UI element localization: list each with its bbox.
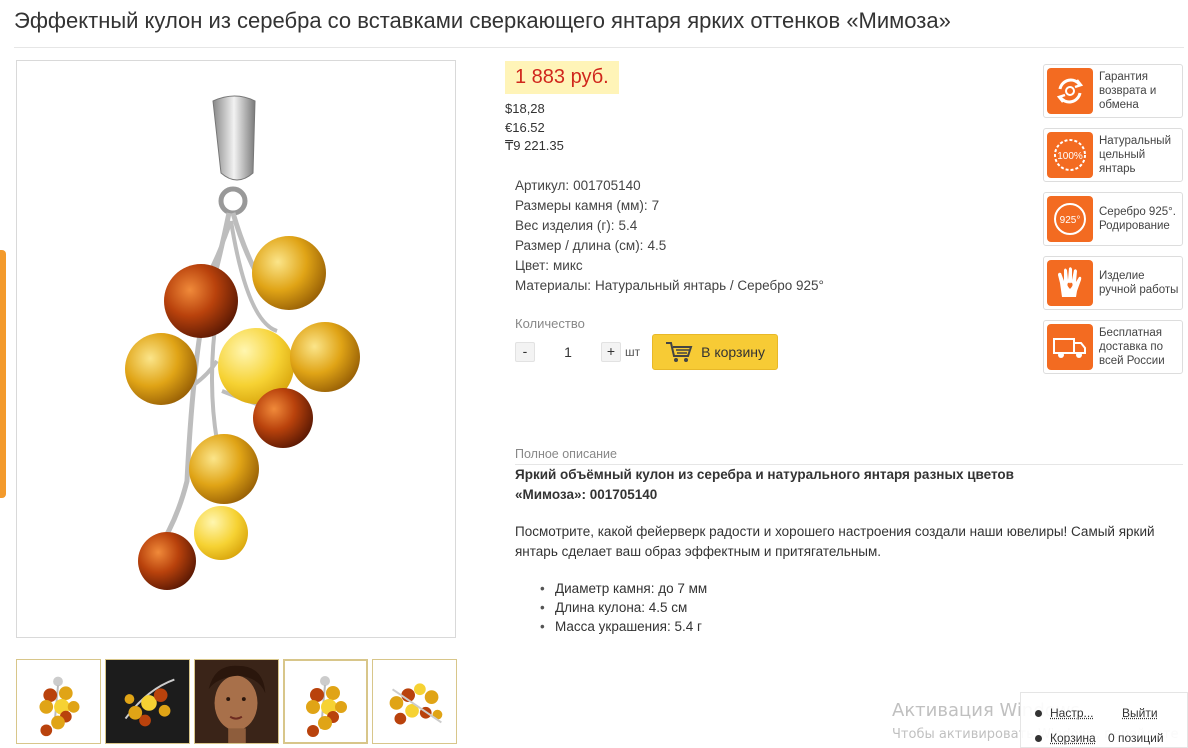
thumbnail-5[interactable] xyxy=(372,659,457,744)
badge-handmade[interactable]: Изделие ручной работы xyxy=(1043,256,1183,310)
list-item: Масса украшения: 5.4 г xyxy=(540,617,707,636)
spec-label: Артикул: xyxy=(515,178,570,193)
cart-count: 0 позиций xyxy=(1108,731,1164,745)
icon-percent-text: 100% xyxy=(1057,151,1083,162)
spec-label: Размеры камня (мм): xyxy=(515,198,648,213)
thumbnail-2[interactable] xyxy=(105,659,190,744)
description-bullets: Диаметр камня: до 7 мм Длина кулона: 4.5… xyxy=(540,579,707,636)
side-tab[interactable] xyxy=(0,250,6,498)
badge-return-guarantee[interactable]: Гарантия возврата и обмена xyxy=(1043,64,1183,118)
spec-value: 001705140 xyxy=(573,178,641,193)
cart-link[interactable]: Корзина xyxy=(1035,731,1096,745)
price-usd: $18,28 xyxy=(505,101,545,116)
100-percent-icon: 100% xyxy=(1047,132,1093,178)
user-dot-icon xyxy=(1035,709,1042,717)
price-main: 1 883 руб. xyxy=(515,66,609,88)
spec-label: Вес изделия (г): xyxy=(515,218,615,233)
spec-value: Натуральный янтарь / Серебро 925° xyxy=(595,278,824,293)
description-title: Яркий объёмный кулон из серебра и натура… xyxy=(515,467,1014,502)
spec-stone-size: Размеры камня (мм): 7 xyxy=(515,196,824,216)
spec-value: 4.5 xyxy=(647,238,667,253)
thumbnail-3[interactable] xyxy=(194,659,279,744)
product-specs: Артикул: 001705140 Размеры камня (мм): 7 В… xyxy=(515,176,824,296)
spec-value: 5.4 xyxy=(618,218,638,233)
quantity-stepper: - + шт В корзину xyxy=(515,334,779,370)
spec-label: Цвет: xyxy=(515,258,550,273)
thumbnail-4-selected[interactable] xyxy=(283,659,368,744)
description-text: Посмотрите, какой фейерверк радости и хо… xyxy=(515,524,1155,559)
badge-label: Изделие ручной работы xyxy=(1099,270,1179,296)
silver-925-icon: 925° xyxy=(1047,196,1093,242)
spec-label: Материалы: xyxy=(515,278,592,293)
list-item: Длина кулона: 4.5 см xyxy=(540,598,707,617)
badge-label: Серебро 925°. Родирование xyxy=(1099,206,1176,232)
thumbnail-strip xyxy=(16,659,457,744)
price-badge: 1 883 руб. xyxy=(505,61,619,94)
spec-value: микс xyxy=(553,258,583,273)
logout-link[interactable]: Выйти xyxy=(1122,706,1158,720)
icon-silver-text: 925° xyxy=(1060,215,1081,226)
badge-label: Бесплатная доставка по всей России xyxy=(1099,327,1165,367)
pendant-illustration xyxy=(125,95,360,590)
cart-dot-icon xyxy=(1035,734,1042,742)
account-cart-popup: Настр... Выйти Корзина 0 позиций xyxy=(1020,692,1188,748)
spec-length: Размер / длина (см): 4.5 xyxy=(515,236,824,256)
list-item: Диаметр камня: до 7 мм xyxy=(540,579,707,598)
quantity-label: Количество xyxy=(515,316,585,331)
add-to-cart-label: В корзину xyxy=(701,344,766,360)
quantity-unit: шт xyxy=(625,345,641,359)
badge-natural-amber[interactable]: 100% Натуральный цельный янтарь xyxy=(1043,128,1183,182)
hand-heart-icon xyxy=(1047,260,1093,306)
spec-value: 7 xyxy=(651,198,660,213)
quantity-input[interactable] xyxy=(535,342,601,362)
description-tab[interactable]: Полное описание xyxy=(515,447,617,461)
badge-label: Гарантия возврата и обмена xyxy=(1099,71,1157,111)
quantity-plus-button[interactable]: + xyxy=(601,342,621,362)
refresh-icon xyxy=(1047,68,1093,114)
badge-silver-925[interactable]: 925° Серебро 925°. Родирование xyxy=(1043,192,1183,246)
badge-label: Натуральный цельный янтарь xyxy=(1099,135,1171,175)
truck-icon xyxy=(1047,324,1093,370)
spec-weight: Вес изделия (г): 5.4 xyxy=(515,216,824,236)
spec-article: Артикул: 001705140 xyxy=(515,176,824,196)
title-divider xyxy=(14,47,1184,48)
quantity-minus-button[interactable]: - xyxy=(515,342,535,362)
settings-link[interactable]: Настр... xyxy=(1035,706,1094,720)
product-title: Эффектный кулон из серебра со вставками … xyxy=(14,8,951,33)
spec-label: Размер / длина (см): xyxy=(515,238,644,253)
price-kzt: ₸9 221.35 xyxy=(505,138,564,153)
spec-color: Цвет: микс xyxy=(515,256,824,276)
cart-icon xyxy=(666,342,693,362)
spec-materials: Материалы: Натуральный янтарь / Серебро 9… xyxy=(515,276,824,296)
add-to-cart-button[interactable]: В корзину xyxy=(652,334,779,370)
main-product-image[interactable] xyxy=(16,60,456,638)
settings-label: Настр... xyxy=(1050,706,1094,720)
cart-label: Корзина xyxy=(1050,731,1096,745)
alt-prices: $18,28 €16.52 ₸9 221.35 xyxy=(505,100,564,156)
badge-free-delivery[interactable]: Бесплатная доставка по всей России xyxy=(1043,320,1183,374)
thumbnail-1[interactable] xyxy=(16,659,101,744)
feature-badges: Гарантия возврата и обмена 100% Натураль… xyxy=(1043,64,1183,384)
price-eur: €16.52 xyxy=(505,119,545,135)
